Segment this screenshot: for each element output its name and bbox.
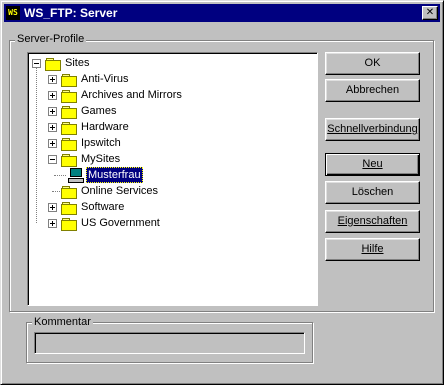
tree-node-label[interactable]: Sites (63, 55, 91, 71)
expand-icon[interactable] (48, 139, 57, 148)
tree-node-label[interactable]: US Government (79, 215, 162, 231)
tree-node[interactable]: Anti-Virus (28, 71, 308, 87)
tree-node[interactable]: MySites (28, 151, 308, 167)
close-button[interactable]: ✕ (422, 6, 438, 20)
collapse-icon[interactable] (48, 155, 57, 164)
ok-button[interactable]: OK (325, 52, 420, 75)
tree-node[interactable]: Musterfrau (28, 167, 308, 183)
ws-ftp-icon[interactable]: WS (6, 6, 20, 20)
folder-icon (61, 137, 77, 151)
cancel-button[interactable]: Abbrechen (325, 79, 420, 102)
tree-connector (54, 175, 66, 176)
comment-label: Kommentar (32, 316, 93, 329)
server-profile-label: Server-Profile (15, 33, 87, 46)
delete-button[interactable]: Löschen (325, 181, 420, 204)
collapse-icon[interactable] (32, 59, 41, 68)
properties-button[interactable]: Eigenschaften (325, 210, 420, 233)
title-bar[interactable]: WS WS_FTP: Server ✕ (4, 4, 440, 22)
computer-icon (68, 168, 84, 183)
tree-node-label[interactable]: MySites (79, 151, 122, 167)
tree-node[interactable]: Ipswitch (28, 135, 308, 151)
quick-connect-label: Schnellverbindung (327, 123, 418, 135)
tree-node[interactable]: US Government (28, 215, 308, 231)
tree-node-label[interactable]: Games (79, 103, 118, 119)
folder-icon (61, 153, 77, 167)
delete-button-label: Löschen (351, 186, 394, 198)
tree-node-label[interactable]: Archives and Mirrors (79, 87, 184, 103)
folder-icon (61, 105, 77, 119)
new-button[interactable]: Neu (325, 153, 420, 176)
tree-node[interactable]: Online Services (28, 183, 308, 199)
tree-node-label[interactable]: Ipswitch (79, 135, 123, 151)
folder-icon (61, 217, 77, 231)
tree-node[interactable]: Software (28, 199, 308, 215)
server-dialog: WS WS_FTP: Server ✕ Server-Profile Sites… (0, 0, 444, 385)
tree-node[interactable]: Games (28, 103, 308, 119)
folder-icon (61, 121, 77, 135)
properties-button-label: Eigenschaften (337, 215, 408, 227)
new-button-label: Neu (362, 158, 383, 170)
tree-node-label[interactable]: Hardware (79, 119, 131, 135)
quick-connect-button[interactable]: Schnellverbindung (325, 118, 420, 141)
server-profile-tree[interactable]: Sites Anti-Virus Archives and Mirrors Games… (27, 52, 318, 306)
tree-node-label[interactable]: Musterfrau (86, 167, 143, 183)
tree-node-label[interactable]: Online Services (79, 183, 160, 199)
expand-icon[interactable] (48, 75, 57, 84)
expand-icon[interactable] (48, 203, 57, 212)
expand-icon[interactable] (48, 219, 57, 228)
expand-icon[interactable] (48, 91, 57, 100)
tree-node-label[interactable]: Software (79, 199, 126, 215)
tree-node[interactable]: Archives and Mirrors (28, 87, 308, 103)
folder-icon (61, 73, 77, 87)
folder-icon (45, 57, 61, 71)
tree-node-label[interactable]: Anti-Virus (79, 71, 130, 87)
folder-icon (61, 89, 77, 103)
tree-connector (52, 191, 60, 192)
window-title: WS_FTP: Server (24, 6, 118, 20)
expand-icon[interactable] (48, 123, 57, 132)
tree-node[interactable]: Hardware (28, 119, 308, 135)
folder-icon (61, 201, 77, 215)
help-button-label: Hilfe (361, 243, 384, 255)
help-button[interactable]: Hilfe (325, 238, 420, 261)
comment-field[interactable] (34, 332, 305, 354)
folder-icon (61, 185, 77, 199)
expand-icon[interactable] (48, 107, 57, 116)
tree-node[interactable]: Sites (28, 55, 308, 71)
